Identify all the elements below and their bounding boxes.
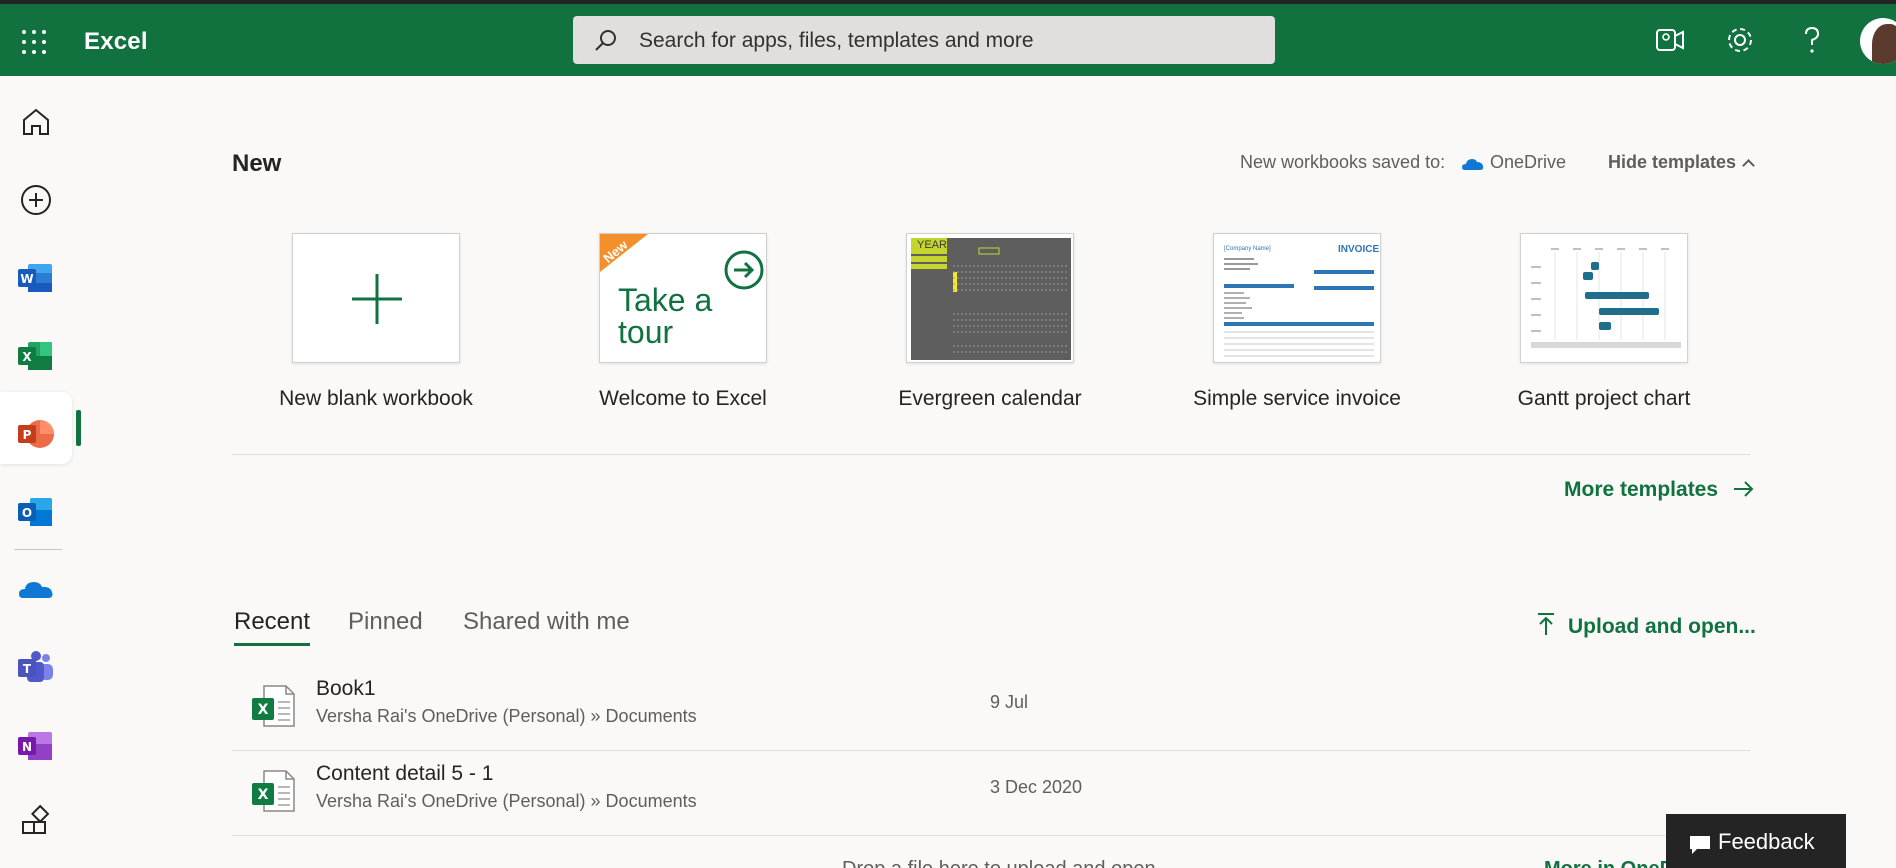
new-section-title: New bbox=[232, 150, 282, 177]
settings-icon[interactable] bbox=[1722, 22, 1758, 58]
template-label: New blank workbook bbox=[279, 387, 473, 410]
chevron-up-icon bbox=[1742, 159, 1755, 172]
rail-separator bbox=[14, 549, 62, 550]
templates-divider bbox=[232, 454, 1750, 455]
more-templates-link[interactable]: More templates bbox=[1564, 478, 1756, 502]
svg-text:N: N bbox=[22, 740, 32, 754]
svg-text:P: P bbox=[23, 428, 32, 442]
file-row[interactable]: X Content detail 5 - 1 Versha Rai's OneD… bbox=[232, 751, 1750, 835]
onedrive-icon bbox=[1462, 159, 1484, 170]
word-icon[interactable]: W bbox=[14, 256, 58, 300]
template-welcome-to-excel[interactable]: New Take a tour Welcome to Excel bbox=[555, 233, 811, 411]
create-icon[interactable] bbox=[14, 178, 58, 222]
hide-templates-label: Hide templates bbox=[1608, 152, 1737, 172]
help-icon[interactable] bbox=[1794, 22, 1830, 58]
template-thumbnail bbox=[292, 233, 460, 363]
hide-templates-button[interactable]: Hide templates bbox=[1608, 152, 1755, 173]
waffle-icon[interactable] bbox=[20, 28, 48, 56]
powerpoint-icon[interactable]: P bbox=[14, 412, 58, 456]
template-label: Welcome to Excel bbox=[599, 387, 767, 410]
svg-text:T: T bbox=[23, 662, 32, 676]
svg-text:W: W bbox=[20, 272, 33, 286]
invoice-company: [Company Name] bbox=[1224, 246, 1271, 252]
file-date: 3 Dec 2020 bbox=[990, 777, 1083, 797]
saved-to-location[interactable]: OneDrive bbox=[1490, 152, 1566, 173]
upload-and-open-button[interactable]: Upload and open... bbox=[1536, 609, 1756, 639]
plus-icon bbox=[352, 274, 402, 324]
template-thumbnail: INVOICE [Company Name] bbox=[1213, 233, 1381, 363]
tab-pinned[interactable]: Pinned bbox=[348, 608, 423, 636]
rail-active-indicator bbox=[76, 410, 81, 446]
file-path: Versha Rai's OneDrive (Personal) » Docum… bbox=[316, 791, 697, 811]
apps-icon[interactable] bbox=[14, 802, 58, 846]
teams-icon[interactable]: T bbox=[14, 646, 58, 690]
upload-label: Upload and open... bbox=[1568, 615, 1756, 638]
tab-recent[interactable]: Recent bbox=[234, 608, 310, 636]
file-name: Book1 bbox=[316, 677, 376, 700]
outlook-icon[interactable]: O bbox=[14, 490, 58, 534]
svg-text:O: O bbox=[22, 506, 32, 520]
excel-file-icon: X bbox=[252, 685, 295, 727]
template-thumbnail: New Take a tour bbox=[599, 233, 767, 363]
onenote-icon[interactable]: N bbox=[14, 724, 58, 768]
template-label: Evergreen calendar bbox=[898, 387, 1082, 410]
take-tour-text: Take a tour bbox=[618, 282, 713, 350]
invoice-title: INVOICE bbox=[1338, 244, 1380, 255]
active-tab-underline bbox=[234, 643, 310, 646]
more-templates-label: More templates bbox=[1564, 478, 1719, 501]
template-gantt-project-chart[interactable]: Gantt project chart bbox=[1476, 233, 1732, 411]
excel-file-icon: X bbox=[252, 770, 295, 812]
upload-icon bbox=[1538, 613, 1554, 635]
template-new-blank-workbook[interactable]: New blank workbook bbox=[248, 233, 504, 411]
drop-file-hint: Drop a file here to upload and open bbox=[842, 858, 1156, 868]
chat-bubble-icon bbox=[1690, 836, 1710, 854]
row-divider bbox=[232, 835, 1750, 836]
file-name: Content detail 5 - 1 bbox=[316, 762, 494, 785]
svg-text:X: X bbox=[22, 350, 32, 364]
file-date: 9 Jul bbox=[990, 692, 1029, 712]
onedrive-icon[interactable] bbox=[14, 568, 58, 612]
template-evergreen-calendar[interactable]: YEAR Evergreen calendar bbox=[862, 233, 1118, 411]
app-title[interactable]: Excel bbox=[84, 28, 148, 56]
search-icon bbox=[595, 30, 616, 51]
feedback-button[interactable]: Feedback bbox=[1666, 814, 1846, 868]
search-box[interactable]: Search for apps, files, templates and mo… bbox=[573, 16, 1275, 64]
excel-icon[interactable]: X bbox=[14, 334, 58, 378]
template-label: Simple service invoice bbox=[1193, 387, 1401, 410]
app-header: Excel Search for apps, files, templates … bbox=[0, 4, 1896, 76]
saved-to-label: New workbooks saved to: bbox=[1240, 152, 1446, 172]
meet-now-icon[interactable] bbox=[1652, 22, 1688, 58]
template-thumbnail bbox=[1520, 233, 1688, 363]
template-label: Gantt project chart bbox=[1517, 387, 1691, 410]
svg-text:X: X bbox=[258, 702, 269, 718]
year-label: YEAR bbox=[917, 239, 947, 251]
template-simple-service-invoice[interactable]: INVOICE [Company Name] Simple service in… bbox=[1169, 233, 1425, 411]
file-row[interactable]: X Book1 Versha Rai's OneDrive (Personal)… bbox=[232, 666, 1750, 750]
app-rail: W X P O T N bbox=[0, 76, 81, 868]
avatar[interactable] bbox=[1860, 18, 1896, 64]
tab-shared-with-me[interactable]: Shared with me bbox=[463, 608, 630, 636]
home-icon[interactable] bbox=[14, 100, 58, 144]
template-thumbnail: YEAR bbox=[906, 233, 1074, 363]
search-placeholder: Search for apps, files, templates and mo… bbox=[639, 29, 1034, 52]
svg-text:X: X bbox=[258, 787, 269, 803]
arrow-right-icon bbox=[1733, 481, 1754, 497]
feedback-label: Feedback bbox=[1718, 829, 1815, 854]
file-path: Versha Rai's OneDrive (Personal) » Docum… bbox=[316, 706, 697, 726]
